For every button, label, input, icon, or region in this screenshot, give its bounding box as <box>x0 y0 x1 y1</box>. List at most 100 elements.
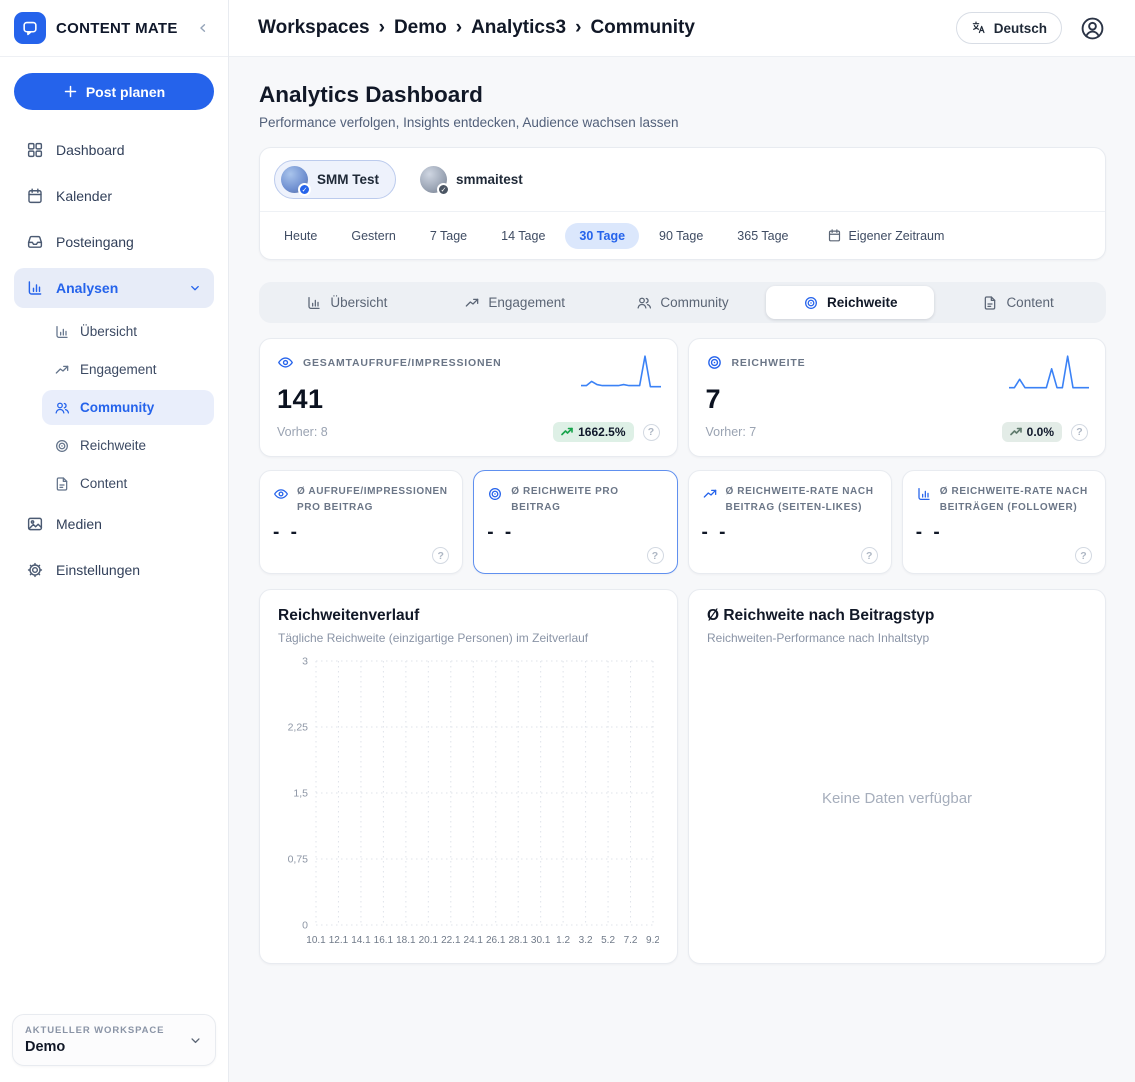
sidebar-item-medien[interactable]: Medien <box>14 504 214 544</box>
svg-text:16.1: 16.1 <box>374 935 394 946</box>
account-chip-smm-test[interactable]: ✓ SMM Test <box>274 160 396 199</box>
help-icon[interactable]: ? <box>1071 424 1088 441</box>
brand-name: CONTENT MATE <box>56 20 182 37</box>
chart-subtitle: Tägliche Reichweite (einzigartige Person… <box>278 631 659 645</box>
sidebar-item-posteingang[interactable]: Posteingang <box>14 222 214 262</box>
date-range-30-tage[interactable]: 30 Tage <box>565 223 639 249</box>
mini-card-reichweite-pro-beitrag[interactable]: Ø REICHWEITE PRO BEITRAG - - ? <box>473 470 677 574</box>
workspace-name: Demo <box>25 1039 164 1055</box>
chart-subtitle: Reichweiten-Performance nach Inhaltstyp <box>707 631 1087 645</box>
sidebar-item-community[interactable]: Community <box>42 390 214 425</box>
svg-text:28.1: 28.1 <box>508 935 528 946</box>
sidebar-footer: AKTUELLER WORKSPACE Demo <box>0 1014 228 1082</box>
breadcrumb-item[interactable]: Workspaces <box>258 17 370 39</box>
mini-card-reichweite-rate-seiten-likes[interactable]: Ø REICHWEITE-RATE NACH BEITRAG (SEITEN-L… <box>688 470 892 574</box>
breadcrumb-separator: › <box>575 17 581 39</box>
date-range-heute[interactable]: Heute <box>270 223 331 249</box>
svg-text:26.1: 26.1 <box>486 935 506 946</box>
account-chip-smmaitest[interactable]: ✓ smmaitest <box>414 161 539 198</box>
sidebar-item-label: Einstellungen <box>56 562 140 578</box>
date-range-gestern[interactable]: Gestern <box>337 223 409 249</box>
svg-text:22.1: 22.1 <box>441 935 461 946</box>
sidebar-item-label: Community <box>80 400 154 415</box>
tab-label: Übersicht <box>330 295 387 310</box>
sidebar-item-einstellungen[interactable]: Einstellungen <box>14 550 214 590</box>
help-icon[interactable]: ? <box>861 547 878 564</box>
trend-icon <box>464 295 480 311</box>
tab-engagement[interactable]: Engagement <box>431 286 599 319</box>
target-icon <box>706 354 723 371</box>
date-range-14-tage[interactable]: 14 Tage <box>487 223 559 249</box>
sidebar-item-uebersicht[interactable]: Übersicht <box>42 314 214 349</box>
inbox-icon <box>26 233 44 251</box>
stat-card-reichweite[interactable]: REICHWEITE 7 Vorher: 7 0.0% ? <box>688 338 1107 457</box>
date-range-90-tage[interactable]: 90 Tage <box>645 223 717 249</box>
sidebar-item-kalender[interactable]: Kalender <box>14 176 214 216</box>
app-root: CONTENT MATE Post planen <box>0 0 1135 1082</box>
mini-cards-row: Ø AUFRUFE/IMPRESSIONEN PRO BEITRAG - - ?… <box>259 470 1106 574</box>
help-icon[interactable]: ? <box>1075 547 1092 564</box>
mini-title: Ø REICHWEITE PRO BEITRAG <box>511 484 663 515</box>
account-name: smmaitest <box>456 172 523 187</box>
change-value: 0.0% <box>1027 425 1054 439</box>
date-range-custom-label: Eigener Zeitraum <box>849 229 945 243</box>
sidebar: CONTENT MATE Post planen <box>0 0 229 1082</box>
sidebar-item-label: Reichweite <box>80 438 146 453</box>
workspace-selector[interactable]: AKTUELLER WORKSPACE Demo <box>12 1014 216 1066</box>
stat-title: REICHWEITE <box>732 357 806 369</box>
svg-text:1,5: 1,5 <box>293 788 308 800</box>
date-range-365-tage[interactable]: 365 Tage <box>723 223 802 249</box>
date-range-custom[interactable]: Eigener Zeitraum <box>813 222 959 249</box>
svg-text:0,75: 0,75 <box>288 854 309 866</box>
page-content: Analytics Dashboard Performance verfolge… <box>229 57 1135 1082</box>
sidebar-item-label: Dashboard <box>56 142 125 158</box>
language-button[interactable]: Deutsch <box>956 12 1062 44</box>
accounts-row: ✓ SMM Test ✓ smmaitest <box>260 148 1105 211</box>
sidebar-item-reichweite[interactable]: Reichweite <box>42 428 214 463</box>
document-icon <box>982 295 998 311</box>
breadcrumb-item[interactable]: Analytics3 <box>471 17 566 39</box>
sidebar-collapse-button[interactable] <box>192 17 214 39</box>
mini-card-aufrufe-pro-beitrag[interactable]: Ø AUFRUFE/IMPRESSIONEN PRO BEITRAG - - ? <box>259 470 463 574</box>
sidebar-item-analysen[interactable]: Analysen <box>14 268 214 308</box>
topbar: Workspaces › Demo › Analytics3 › Communi… <box>229 0 1135 57</box>
trend-icon <box>54 362 70 378</box>
svg-text:3.2: 3.2 <box>579 935 593 946</box>
tab-community[interactable]: Community <box>599 286 767 319</box>
date-range-7-tage[interactable]: 7 Tage <box>416 223 481 249</box>
chart-title: Reichweitenverlauf <box>278 607 659 625</box>
post-planen-button[interactable]: Post planen <box>14 73 214 110</box>
gear-icon <box>26 561 44 579</box>
stat-cards-row: GESAMTAUFRUFE/IMPRESSIONEN 141 Vorher: 8… <box>259 338 1106 457</box>
post-planen-label: Post planen <box>86 84 165 100</box>
sidebar-header: CONTENT MATE <box>0 0 228 57</box>
stat-card-impressionen[interactable]: GESAMTAUFRUFE/IMPRESSIONEN 141 Vorher: 8… <box>259 338 678 457</box>
svg-text:10.1: 10.1 <box>306 935 326 946</box>
svg-text:14.1: 14.1 <box>351 935 371 946</box>
analysen-subnav: Übersicht Engagement <box>14 314 214 504</box>
chart-card-reichweitenverlauf: Reichweitenverlauf Tägliche Reichweite (… <box>259 589 678 964</box>
help-icon[interactable]: ? <box>643 424 660 441</box>
mini-value: - - <box>702 522 878 544</box>
sidebar-item-content[interactable]: Content <box>42 466 214 501</box>
mini-value: - - <box>916 522 1092 544</box>
svg-text:9.2: 9.2 <box>646 935 659 946</box>
sidebar-item-dashboard[interactable]: Dashboard <box>14 130 214 170</box>
svg-text:2,25: 2,25 <box>288 722 309 734</box>
breadcrumb-item[interactable]: Demo <box>394 17 447 39</box>
help-icon[interactable]: ? <box>432 547 449 564</box>
tab-uebersicht[interactable]: Übersicht <box>263 286 431 319</box>
main-area: Workspaces › Demo › Analytics3 › Communi… <box>229 0 1135 1082</box>
account-menu-button[interactable] <box>1076 12 1108 44</box>
mini-title: Ø REICHWEITE-RATE NACH BEITRAG (SEITEN-L… <box>726 484 878 515</box>
chart-card-beitragstyp: Ø Reichweite nach Beitragstyp Reichweite… <box>688 589 1106 964</box>
account-avatar: ✓ <box>420 166 447 193</box>
sidebar-item-engagement[interactable]: Engagement <box>42 352 214 387</box>
sidebar-nav: Post planen Dashboard <box>0 57 228 1014</box>
mini-card-reichweite-rate-follower[interactable]: Ø REICHWEITE-RATE NACH BEITRÄGEN (FOLLOW… <box>902 470 1106 574</box>
breadcrumb-item[interactable]: Community <box>590 17 695 39</box>
tab-reichweite[interactable]: Reichweite <box>766 286 934 319</box>
help-icon[interactable]: ? <box>647 547 664 564</box>
tab-content[interactable]: Content <box>934 286 1102 319</box>
svg-text:0: 0 <box>302 920 308 932</box>
